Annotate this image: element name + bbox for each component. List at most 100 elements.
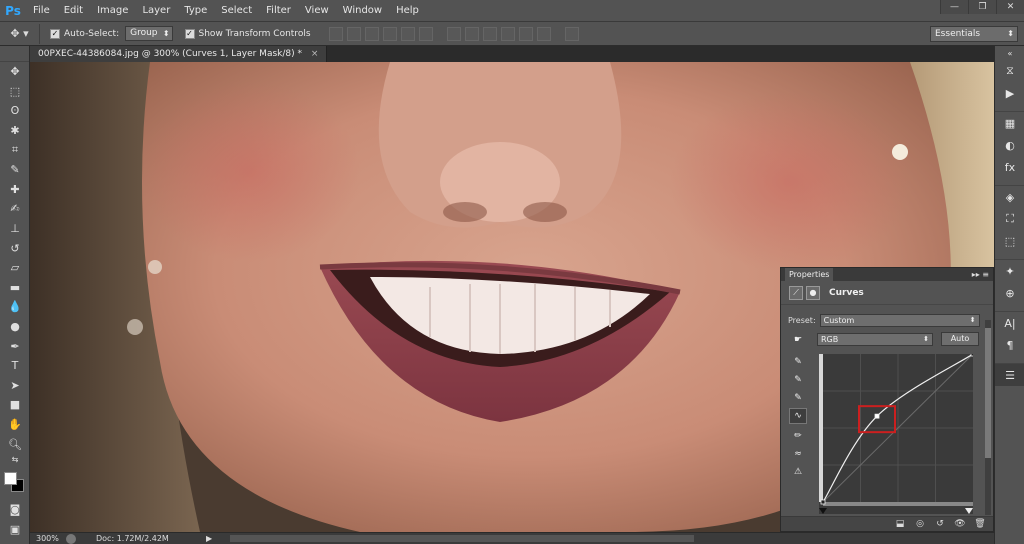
zoom-tool-icon[interactable]: 🔍︎ (0, 434, 30, 454)
align-bottom-icon[interactable] (364, 26, 379, 41)
menu-edit[interactable]: Edit (57, 0, 90, 22)
menu-image[interactable]: Image (90, 0, 135, 22)
brush-tool-icon[interactable]: ✍ (0, 199, 30, 219)
distribute-right-icon[interactable] (536, 26, 551, 41)
clip-to-layer-icon[interactable]: ⬓ (893, 519, 907, 530)
auto-select-dropdown[interactable]: Group (125, 26, 173, 41)
layer-mask-icon[interactable]: ● (806, 285, 820, 300)
workspace-dropdown[interactable]: Essentials (930, 26, 1018, 42)
type-tool-icon[interactable]: T (0, 356, 30, 376)
character-panel-icon[interactable]: A| (995, 312, 1024, 334)
properties-tab[interactable]: Properties (785, 268, 834, 281)
pen-tool-icon[interactable]: ✒ (0, 336, 30, 356)
distribute-top-icon[interactable] (446, 26, 461, 41)
hand-tool-icon[interactable]: ✋ (0, 415, 30, 435)
reset-icon[interactable]: ↺ (933, 519, 947, 530)
blur-tool-icon[interactable]: 💧 (0, 297, 30, 317)
zoom-level[interactable]: 300% (30, 534, 66, 543)
menu-view[interactable]: View (298, 0, 336, 22)
foreground-color-swatch[interactable] (4, 471, 17, 485)
menu-help[interactable]: Help (389, 0, 426, 22)
brush-panel-icon[interactable]: ✦ (995, 260, 1024, 282)
curves-graph[interactable] (819, 354, 973, 514)
scrollbar-thumb[interactable] (985, 328, 991, 458)
close-tab-icon[interactable]: × (311, 49, 319, 59)
targeted-adjustment-icon[interactable]: ☛ (789, 332, 807, 348)
lasso-tool-icon[interactable]: ʘ (0, 101, 30, 121)
quick-select-tool-icon[interactable]: ✱ (0, 121, 30, 141)
restore-button[interactable]: ❐ (968, 0, 996, 14)
actions-panel-icon[interactable]: ▶ (995, 82, 1024, 104)
status-menu-arrow-icon[interactable]: ▶ (206, 534, 212, 543)
show-transform-checkbox[interactable]: ✓ Show Transform Controls (184, 28, 311, 39)
curves-adjustment-icon[interactable]: ⟋ (789, 285, 803, 300)
distribute-vcenter-icon[interactable] (464, 26, 479, 41)
rectangle-tool-icon[interactable]: ■ (0, 395, 30, 415)
paths-panel-icon[interactable]: ⬚ (995, 230, 1024, 252)
toolbar-grip[interactable] (0, 46, 29, 62)
align-hcenter-icon[interactable] (400, 26, 415, 41)
clone-stamp-tool-icon[interactable]: ⊥ (0, 219, 30, 239)
dodge-tool-icon[interactable]: ● (0, 317, 30, 337)
auto-select-checkbox[interactable]: ✓ Auto-Select: (50, 28, 119, 39)
menu-layer[interactable]: Layer (135, 0, 177, 22)
distribute-left-icon[interactable] (500, 26, 515, 41)
curve-control-point[interactable] (820, 499, 826, 505)
align-right-icon[interactable] (418, 26, 433, 41)
menu-type[interactable]: Type (177, 0, 214, 22)
eraser-tool-icon[interactable]: ▱ (0, 258, 30, 278)
crop-tool-icon[interactable]: ⌗ (0, 140, 30, 160)
distribute-hcenter-icon[interactable] (518, 26, 533, 41)
align-top-icon[interactable] (328, 26, 343, 41)
visibility-eye-icon[interactable]: 👁︎ (953, 519, 967, 530)
black-point-eyedropper-icon[interactable]: ✎ (789, 354, 807, 370)
swap-colors-icon[interactable]: ⇆ (0, 454, 30, 466)
color-panel-icon[interactable]: ▦ (995, 112, 1024, 134)
view-previous-state-icon[interactable]: ◎ (913, 519, 927, 530)
path-selection-tool-icon[interactable]: ➤ (0, 376, 30, 396)
align-vcenter-icon[interactable] (346, 26, 361, 41)
auto-button[interactable]: Auto (941, 332, 979, 346)
clone-source-panel-icon[interactable]: ⊕ (995, 282, 1024, 304)
curve-control-point[interactable] (970, 354, 973, 357)
smooth-curve-icon[interactable]: ≈ (789, 446, 807, 462)
edit-points-curve-icon[interactable]: ∿ (789, 408, 807, 424)
styles-panel-icon[interactable]: fx (995, 156, 1024, 178)
properties-scrollbar[interactable] (985, 320, 991, 515)
eyedropper-tool-icon[interactable]: ✎ (0, 160, 30, 180)
white-point-eyedropper-icon[interactable]: ✎ (789, 390, 807, 406)
pencil-curve-icon[interactable]: ✏ (789, 428, 807, 444)
close-button[interactable]: ✕ (996, 0, 1024, 14)
clipping-warning-icon[interactable]: ⚠ (789, 464, 807, 480)
marquee-tool-icon[interactable]: ⬚ (0, 82, 30, 102)
collapse-dock-icon[interactable]: « (995, 46, 1024, 60)
healing-brush-tool-icon[interactable]: ✚ (0, 180, 30, 200)
distribute-bottom-icon[interactable] (482, 26, 497, 41)
properties-panel-icon[interactable]: ☰ (995, 364, 1024, 386)
layers-panel-icon[interactable]: ◈ (995, 186, 1024, 208)
auto-align-icon[interactable] (564, 26, 579, 41)
document-tab[interactable]: 00PXEC-44386084.jpg @ 300% (Curves 1, La… (30, 46, 328, 62)
channels-panel-icon[interactable]: ⛶ (995, 208, 1024, 230)
quick-mask-icon[interactable]: ◙ (0, 500, 30, 520)
channel-dropdown[interactable]: RGB (817, 333, 933, 346)
align-left-icon[interactable] (382, 26, 397, 41)
menu-window[interactable]: Window (336, 0, 389, 22)
screen-mode-icon[interactable]: ▣ (0, 519, 30, 539)
paragraph-panel-icon[interactable]: ¶ (995, 334, 1024, 356)
minimize-button[interactable]: — (940, 0, 968, 14)
menu-file[interactable]: File (26, 0, 57, 22)
gray-point-eyedropper-icon[interactable]: ✎ (789, 372, 807, 388)
menu-filter[interactable]: Filter (259, 0, 298, 22)
menu-select[interactable]: Select (214, 0, 259, 22)
status-info-icon[interactable] (66, 533, 76, 544)
preset-dropdown[interactable]: Custom (819, 314, 980, 327)
history-panel-icon[interactable]: ⧖ (995, 60, 1024, 82)
adjustments-panel-icon[interactable]: ◐ (995, 134, 1024, 156)
panel-menu-icon[interactable]: ▸▸ ≡ (972, 270, 989, 279)
horizontal-scrollbar[interactable] (230, 535, 694, 542)
move-tool-preset-icon[interactable]: ✥ ▾ (0, 23, 40, 44)
trash-icon[interactable]: 🗑︎ (973, 519, 987, 530)
gradient-tool-icon[interactable]: ▬ (0, 278, 30, 298)
curve-control-point[interactable] (874, 413, 880, 419)
